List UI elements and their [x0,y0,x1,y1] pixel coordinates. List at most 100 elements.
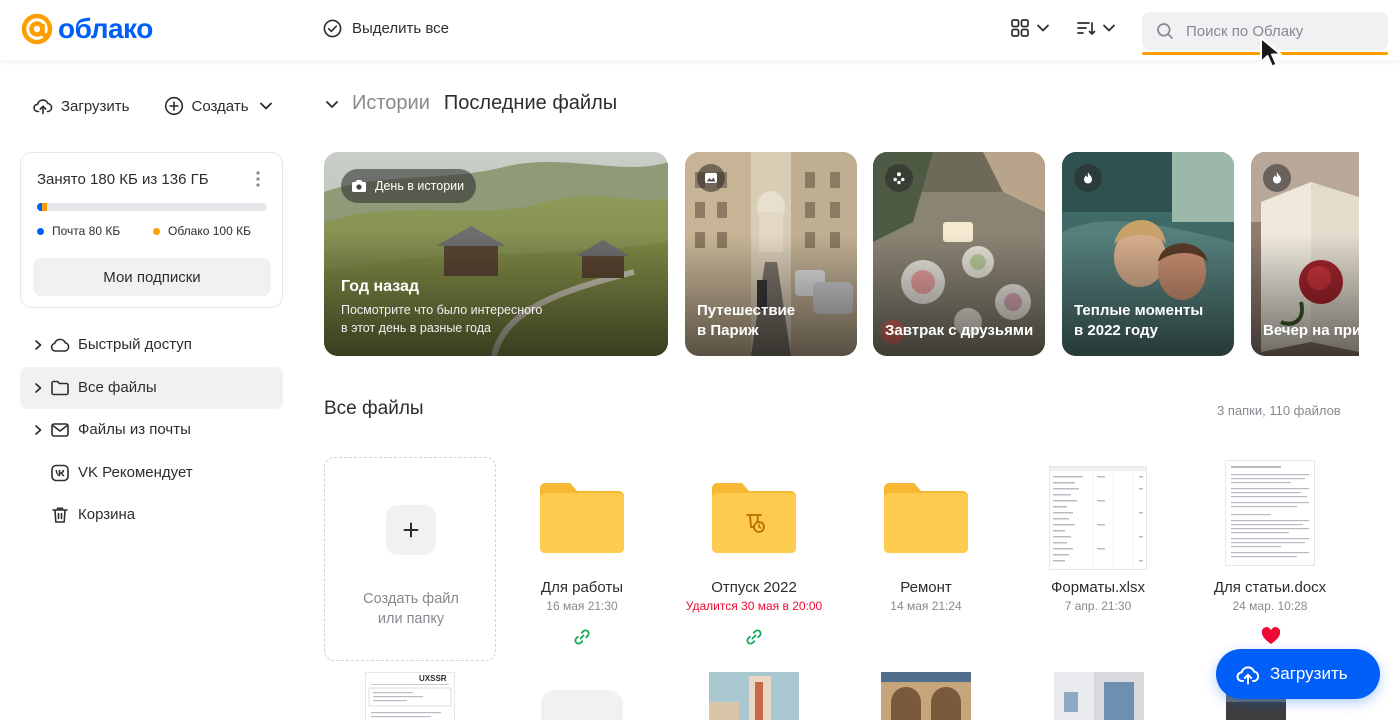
folder-timer-icon [712,483,796,553]
file-name: Форматы.xlsx [1050,579,1146,596]
cloud-upload-icon [33,99,53,115]
legend-mail-dot [37,227,44,235]
badge-label: День в истории [375,179,465,193]
sidebar-item-label: Файлы из почты [78,421,191,438]
story-title-line2: в 2022 году [1074,322,1158,339]
file-item-placeholder[interactable] [541,690,623,720]
cloud-upload-icon [1236,666,1260,685]
sidebar-item-all-files[interactable]: Все файлы [20,366,283,409]
spreadsheet-thumbnail [1049,466,1147,570]
flame-icon [1273,172,1281,184]
mouse-cursor-icon [1260,37,1282,68]
story-card-evening[interactable]: Вечер на природе [1251,152,1359,356]
file-item-doc-uxssr[interactable]: UXSSR [365,672,455,720]
tab-recent-files[interactable]: Последние файлы [444,92,617,115]
photo-badge [697,164,725,192]
plus-circle-icon [164,96,183,116]
check-circle-icon [323,19,342,38]
story-title: Год назад [341,278,419,295]
create-label-line2: или папку [377,611,445,627]
create-button[interactable]: Создать [164,96,273,116]
file-item-photo-1[interactable] [709,672,799,720]
sidebar-item-label: VK Рекомендует [78,463,193,481]
tab-stories[interactable]: Истории [352,92,430,115]
file-date: 24 мар. 10:28 [1232,599,1308,613]
view-mode-button[interactable] [1010,18,1050,38]
legend-mail-label: Почта 80 КБ [52,224,121,238]
link-icon [746,629,762,645]
trash-icon [52,507,68,523]
legend-cloud: Облако 100 КБ [153,224,251,238]
stories-header: Истории Последние файлы [324,92,617,115]
vk-icon [51,464,69,481]
create-label-line1: Создать файл [363,591,459,607]
file-name: Отпуск 2022 [711,579,797,596]
upload-label: Загрузить [61,97,130,115]
file-item-photo-2[interactable] [881,672,971,720]
subscriptions-button[interactable]: Мои подписки [33,258,271,296]
day-in-history-badge: День в истории [341,169,477,203]
chevron-right-icon [35,382,42,393]
storage-progress-bar [37,203,267,211]
folder-icon [884,483,968,553]
upload-button[interactable]: Загрузить [33,96,130,116]
storage-bar-cloud [42,203,47,211]
file-name: Для работы [540,579,624,596]
top-header: облако Выделить все [0,0,1400,60]
cloud-icon [50,338,70,352]
chevron-right-icon [35,425,42,435]
people-icon [893,172,905,185]
sort-button[interactable] [1076,18,1116,38]
file-name: Ремонт [900,579,952,596]
story-title-line1: Теплые моменты [1074,302,1204,319]
story-subtitle-line2: в этот день в разные года [341,321,491,335]
files-count: 3 папки, 110 файлов [1217,403,1341,418]
more-vertical-icon[interactable] [256,171,260,187]
photo-thumbnail-2 [881,672,971,720]
grid-icon [1011,19,1029,37]
photo-thumbnail-3 [1054,672,1144,720]
sidebar-item-trash[interactable]: Корзина [20,494,283,536]
create-label: Создать [191,97,249,115]
file-expiry-date: Удалится 30 мая в 20:00 [685,599,823,613]
legend-cloud-label: Облако 100 КБ [168,224,251,238]
upload-fab-button[interactable]: Загрузить [1216,649,1380,699]
sidebar-item-label: Корзина [78,506,136,523]
heart-icon[interactable] [1261,627,1281,645]
chevron-down-icon [1103,24,1115,32]
legend-cloud-dot [153,227,160,235]
photo-thumbnail-1 [709,672,799,720]
story-card-warm-moments[interactable]: Теплые моменты в 2022 году [1062,152,1234,356]
doc-heading: UXSSR [419,674,447,683]
story-card-year-ago[interactable]: День в истории Год назад Посмотрите что … [324,152,668,356]
sidebar-item-vk-recommends[interactable]: VK Рекомендует [20,452,283,494]
storage-card: Занято 180 КБ из 136 ГБ Почта 80 КБ Обла… [20,152,283,308]
create-file-or-folder-tile[interactable]: Создать файл или папку [324,457,496,661]
select-all-button[interactable]: Выделить все [323,19,449,38]
chevron-down-icon [259,102,272,110]
sidebar-item-quick-access[interactable]: Быстрый доступ [20,324,283,366]
logo[interactable]: облако [20,12,153,46]
chevron-down-icon[interactable] [324,96,340,112]
photo-icon [705,173,717,183]
story-title-line1: Завтрак с друзьями [885,322,1034,339]
at-sign-icon [21,13,53,45]
story-card-breakfast[interactable]: Завтрак с друзьями [873,152,1045,356]
sidebar-item-mail-files[interactable]: Файлы из почты [20,409,283,451]
sidebar-item-label: Быстрый доступ [78,336,192,353]
search-icon [1157,23,1173,39]
select-all-label: Выделить все [352,20,450,37]
mail-icon [51,423,69,437]
story-title-line1: Путешествие [697,302,796,319]
document-thumbnail [1225,460,1315,566]
story-subtitle-line1: Посмотрите что было интересного [341,303,543,317]
folder-icon [51,380,69,395]
legend-mail: Почта 80 КБ [37,224,120,238]
all-files-title: Все файлы [324,398,424,419]
logo-text: облако [58,13,153,44]
link-icon [574,629,590,645]
chevron-down-icon [1037,24,1049,32]
story-card-paris[interactable]: Путешествие в Париж [685,152,857,356]
sidebar-actions: Загрузить Создать [33,96,273,116]
file-item-photo-3[interactable] [1054,672,1144,720]
